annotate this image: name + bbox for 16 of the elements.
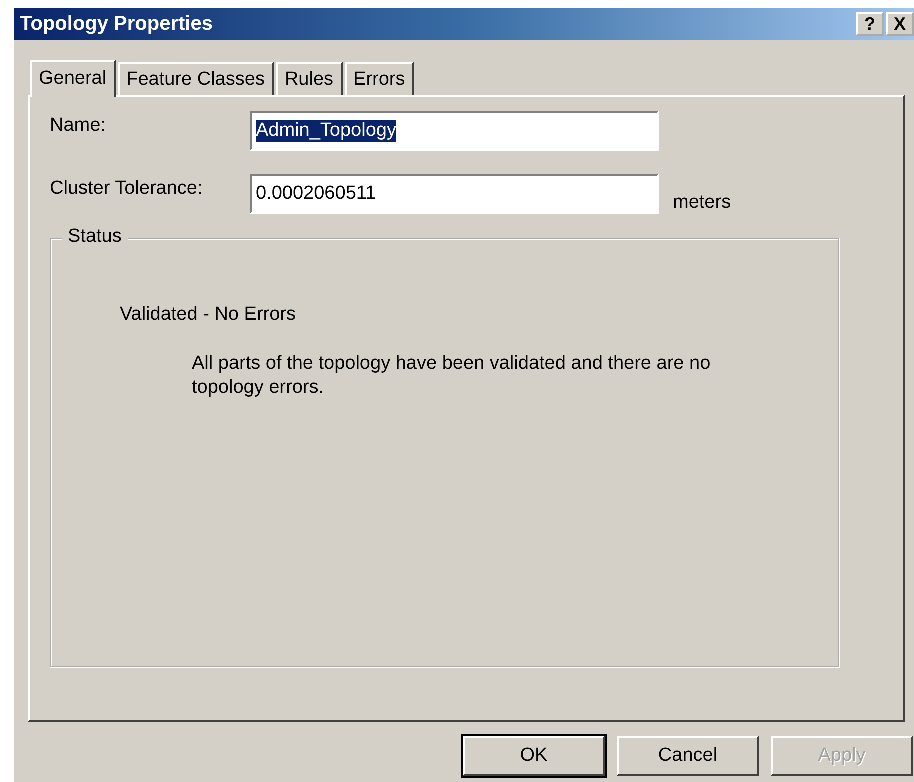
- status-message: All parts of the topology have been validated and there are no topology errors.: [192, 352, 712, 400]
- tab[interactable]: Feature Classes: [118, 62, 274, 95]
- field-label: Cluster Tolerance:: [50, 177, 204, 200]
- tab[interactable]: General: [30, 60, 116, 97]
- status-heading: Validated - No Errors: [120, 304, 297, 326]
- dialog-button[interactable]: OK: [463, 736, 605, 776]
- tab[interactable]: Rules: [276, 62, 343, 95]
- field-label: Name:: [50, 114, 107, 137]
- dialog-button[interactable]: Cancel: [617, 736, 759, 776]
- unit-label: meters: [673, 191, 732, 214]
- close-button[interactable]: X: [886, 12, 914, 36]
- input-field[interactable]: Admin_Topology: [250, 111, 659, 151]
- help-button[interactable]: ?: [856, 12, 884, 36]
- tab[interactable]: Errors: [344, 62, 414, 95]
- input-field[interactable]: 0.0002060511: [250, 174, 659, 214]
- window-title: Topology Properties: [20, 12, 213, 36]
